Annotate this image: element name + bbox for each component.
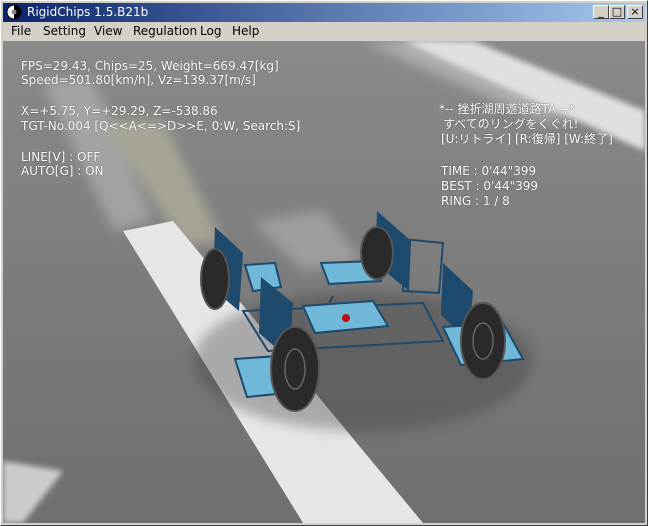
app-window: RigidChips 1.5.B21b _ □ × File Setting V… (0, 0, 648, 526)
menu-regulation[interactable]: Regulation (133, 24, 197, 38)
3d-viewport[interactable]: FPS=29.43, Chips=25, Weight=669.47[kg] S… (3, 41, 645, 523)
hud-position: X=+5.75, Y=+29.29, Z=-538.86 (21, 104, 218, 118)
hud-speed: Speed=501.80[km/h], Vz=139.37[m/s] (21, 73, 256, 87)
menu-file[interactable]: File (11, 24, 31, 38)
hud-time: TIME : 0'44"399 (441, 164, 537, 178)
menu-log[interactable]: Log (200, 24, 221, 38)
window-title: RigidChips 1.5.B21b (27, 5, 149, 19)
hud-best: BEST : 0'44"399 (441, 179, 539, 193)
hud-target: TGT-No.004 [Q<<A<=>D>>E, 0:W, Search:S] (21, 119, 301, 133)
hud-ring: RING : 1 / 8 (441, 194, 510, 208)
close-button[interactable]: × (627, 5, 643, 19)
menu-help[interactable]: Help (232, 24, 259, 38)
maximize-button[interactable]: □ (609, 5, 625, 19)
hud-auto-status: AUTO[G] : ON (21, 164, 104, 178)
minimize-button[interactable]: _ (593, 5, 609, 19)
title-bar[interactable]: RigidChips 1.5.B21b _ □ × (3, 3, 645, 22)
key-help: [U:リトライ] [R:復帰] [W:終了] (441, 132, 613, 146)
menu-bar: File Setting View Regulation Log Help (3, 22, 645, 41)
menu-view[interactable]: View (94, 24, 122, 38)
app-icon (6, 4, 22, 20)
hud-fps: FPS=29.43, Chips=25, Weight=669.47[kg] (21, 59, 279, 73)
hud-line-status: LINE[V] : OFF (21, 150, 101, 164)
menu-setting[interactable]: Setting (43, 24, 86, 38)
